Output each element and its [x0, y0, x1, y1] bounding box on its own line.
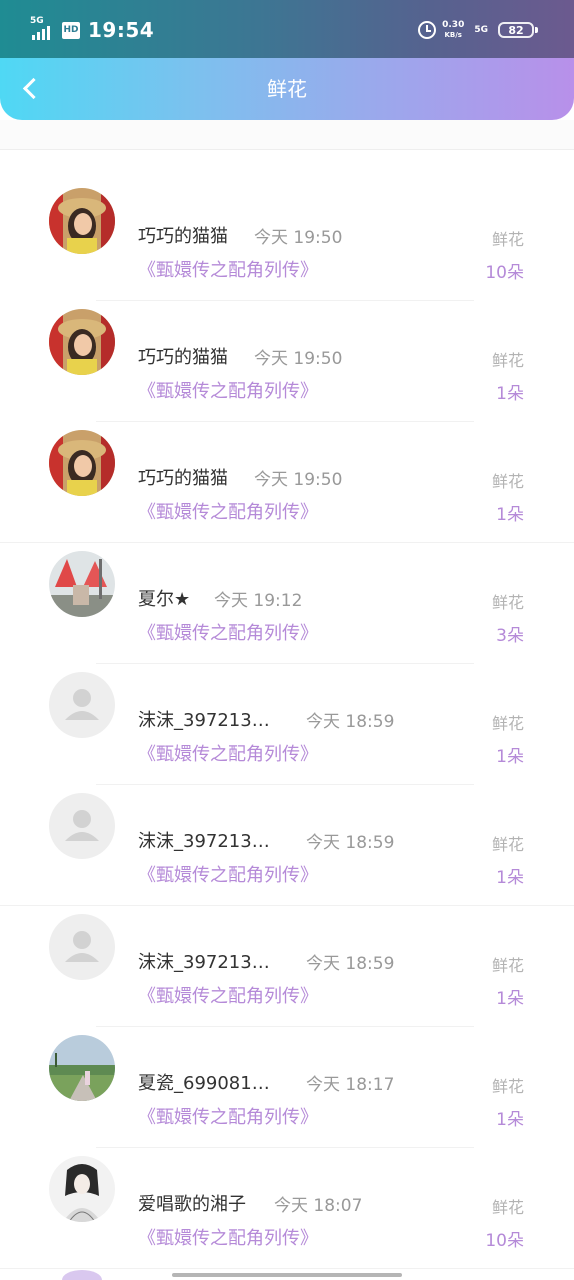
send-time: 今天 19:50	[254, 228, 343, 248]
list-item[interactable]: 巧巧的猫猫 今天 19:50 《甄嬛传之配角列传》 鲜花 1朵	[0, 301, 574, 422]
list-item[interactable]: 巧巧的猫猫 今天 19:50 《甄嬛传之配角列传》 鲜花 10朵	[0, 180, 574, 301]
gift-type: 鲜花	[491, 714, 524, 733]
gift-count: 1朵	[496, 747, 524, 767]
battery-level: 82	[498, 22, 534, 38]
photo-field-sky-icon	[49, 1035, 115, 1101]
user-name: 夏尔★	[138, 589, 191, 610]
hd-icon: HD	[62, 21, 80, 39]
send-time: 今天 19:50	[254, 349, 343, 369]
book-title[interactable]: 《甄嬛传之配角列传》	[138, 861, 318, 887]
app-header: 5G HD 19:54 0.30 KB/s 5G 82 鲜花	[0, 0, 574, 120]
gift-count: 1朵	[496, 1110, 524, 1130]
book-title[interactable]: 《甄嬛传之配角列传》	[138, 498, 318, 524]
default-user-icon	[65, 810, 99, 841]
gift-count: 1朵	[496, 505, 524, 525]
send-time: 今天 19:50	[254, 470, 343, 490]
gift-type: 鲜花	[491, 835, 524, 854]
list-item[interactable]: 沫沫_397213… 今天 18:59 《甄嬛传之配角列传》 鲜花 1朵	[0, 906, 574, 1027]
list-top-divider	[0, 120, 574, 150]
send-time: 今天 18:07	[274, 1196, 363, 1216]
book-title[interactable]: 《甄嬛传之配角列传》	[138, 1224, 318, 1250]
user-name: 沫沫_397213…	[138, 710, 270, 731]
gift-type: 鲜花	[491, 593, 524, 612]
photo-red-umbrellas-icon	[49, 551, 115, 617]
book-title[interactable]: 《甄嬛传之配角列传》	[138, 256, 318, 282]
user-name: 爱唱歌的湘子	[138, 1194, 246, 1215]
network-type-label: 5G	[30, 16, 44, 26]
status-left: 5G HD 19:54	[30, 16, 155, 42]
gift-count: 1朵	[496, 989, 524, 1009]
avatar[interactable]	[49, 430, 115, 496]
user-name: 沫沫_397213…	[138, 831, 270, 852]
clock: 19:54	[88, 18, 155, 42]
send-time: 今天 18:59	[306, 954, 395, 974]
default-user-icon	[65, 689, 99, 720]
gift-count: 10朵	[485, 263, 524, 283]
book-title[interactable]: 《甄嬛传之配角列传》	[138, 1103, 318, 1129]
book-title[interactable]: 《甄嬛传之配角列传》	[138, 982, 318, 1008]
send-time: 今天 18:59	[306, 712, 395, 732]
avatar[interactable]	[49, 793, 115, 859]
user-name: 巧巧的猫猫	[138, 226, 228, 247]
book-title[interactable]: 《甄嬛传之配角列传》	[138, 377, 318, 403]
status-bar: 5G HD 19:54 0.30 KB/s 5G 82	[0, 0, 574, 58]
photo-woman-hat-icon	[49, 188, 115, 254]
photo-woman-hat-icon	[49, 430, 115, 496]
gift-type: 鲜花	[491, 956, 524, 975]
send-time: 今天 18:59	[306, 833, 395, 853]
avatar[interactable]	[49, 188, 115, 254]
home-indicator[interactable]	[172, 1273, 402, 1277]
speed-value: 0.30	[442, 20, 465, 30]
user-name: 沫沫_397213…	[138, 952, 270, 973]
gift-type: 鲜花	[491, 1198, 524, 1217]
send-time: 今天 18:17	[306, 1075, 395, 1095]
nav-bar: 鲜花	[0, 58, 574, 120]
gift-type: 鲜花	[491, 1077, 524, 1096]
gift-count: 3朵	[496, 626, 524, 646]
divider	[0, 1268, 574, 1269]
gift-type: 鲜花	[491, 351, 524, 370]
default-user-icon	[65, 931, 99, 962]
avatar[interactable]	[49, 1035, 115, 1101]
photo-woman-hat-icon	[49, 309, 115, 375]
gift-count: 1朵	[496, 868, 524, 888]
avatar[interactable]	[49, 672, 115, 738]
avatar[interactable]	[49, 914, 115, 980]
book-title[interactable]: 《甄嬛传之配角列传》	[138, 740, 318, 766]
next-avatar-peek	[62, 1270, 102, 1280]
list-item[interactable]: 沫沫_397213… 今天 18:59 《甄嬛传之配角列传》 鲜花 1朵	[0, 785, 574, 906]
list-item[interactable]: 沫沫_397213… 今天 18:59 《甄嬛传之配角列传》 鲜花 1朵	[0, 664, 574, 785]
avatar[interactable]	[49, 309, 115, 375]
photo-ink-portrait-icon	[49, 1156, 115, 1222]
list-item[interactable]: 爱唱歌的湘子 今天 18:07 《甄嬛传之配角列传》 鲜花 10朵	[0, 1148, 574, 1269]
user-name: 巧巧的猫猫	[138, 347, 228, 368]
list-item[interactable]: 巧巧的猫猫 今天 19:50 《甄嬛传之配角列传》 鲜花 1朵	[0, 422, 574, 543]
alarm-icon	[418, 21, 437, 39]
send-time: 今天 19:12	[214, 591, 303, 611]
battery-icon: 82	[498, 22, 538, 38]
gift-count: 1朵	[496, 384, 524, 404]
gift-type: 鲜花	[491, 230, 524, 249]
network-5g-label: 5G	[474, 25, 488, 35]
book-title[interactable]: 《甄嬛传之配角列传》	[138, 619, 318, 645]
user-name: 夏瓷_699081…	[138, 1073, 270, 1094]
list-item[interactable]: 夏尔★ 今天 19:12 《甄嬛传之配角列传》 鲜花 3朵	[0, 543, 574, 664]
status-right: 0.30 KB/s 5G	[418, 20, 494, 40]
user-name: 巧巧的猫猫	[138, 468, 228, 489]
speed-unit: KB/s	[444, 31, 462, 39]
list-item[interactable]: 夏瓷_699081… 今天 18:17 《甄嬛传之配角列传》 鲜花 1朵	[0, 1027, 574, 1148]
gift-count: 10朵	[485, 1231, 524, 1251]
network-speed: 0.30 KB/s	[442, 20, 464, 40]
gift-type: 鲜花	[491, 472, 524, 491]
avatar[interactable]	[49, 551, 115, 617]
page-title: 鲜花	[267, 77, 307, 101]
signal-icon: 5G	[30, 16, 54, 42]
avatar[interactable]	[49, 1156, 115, 1222]
